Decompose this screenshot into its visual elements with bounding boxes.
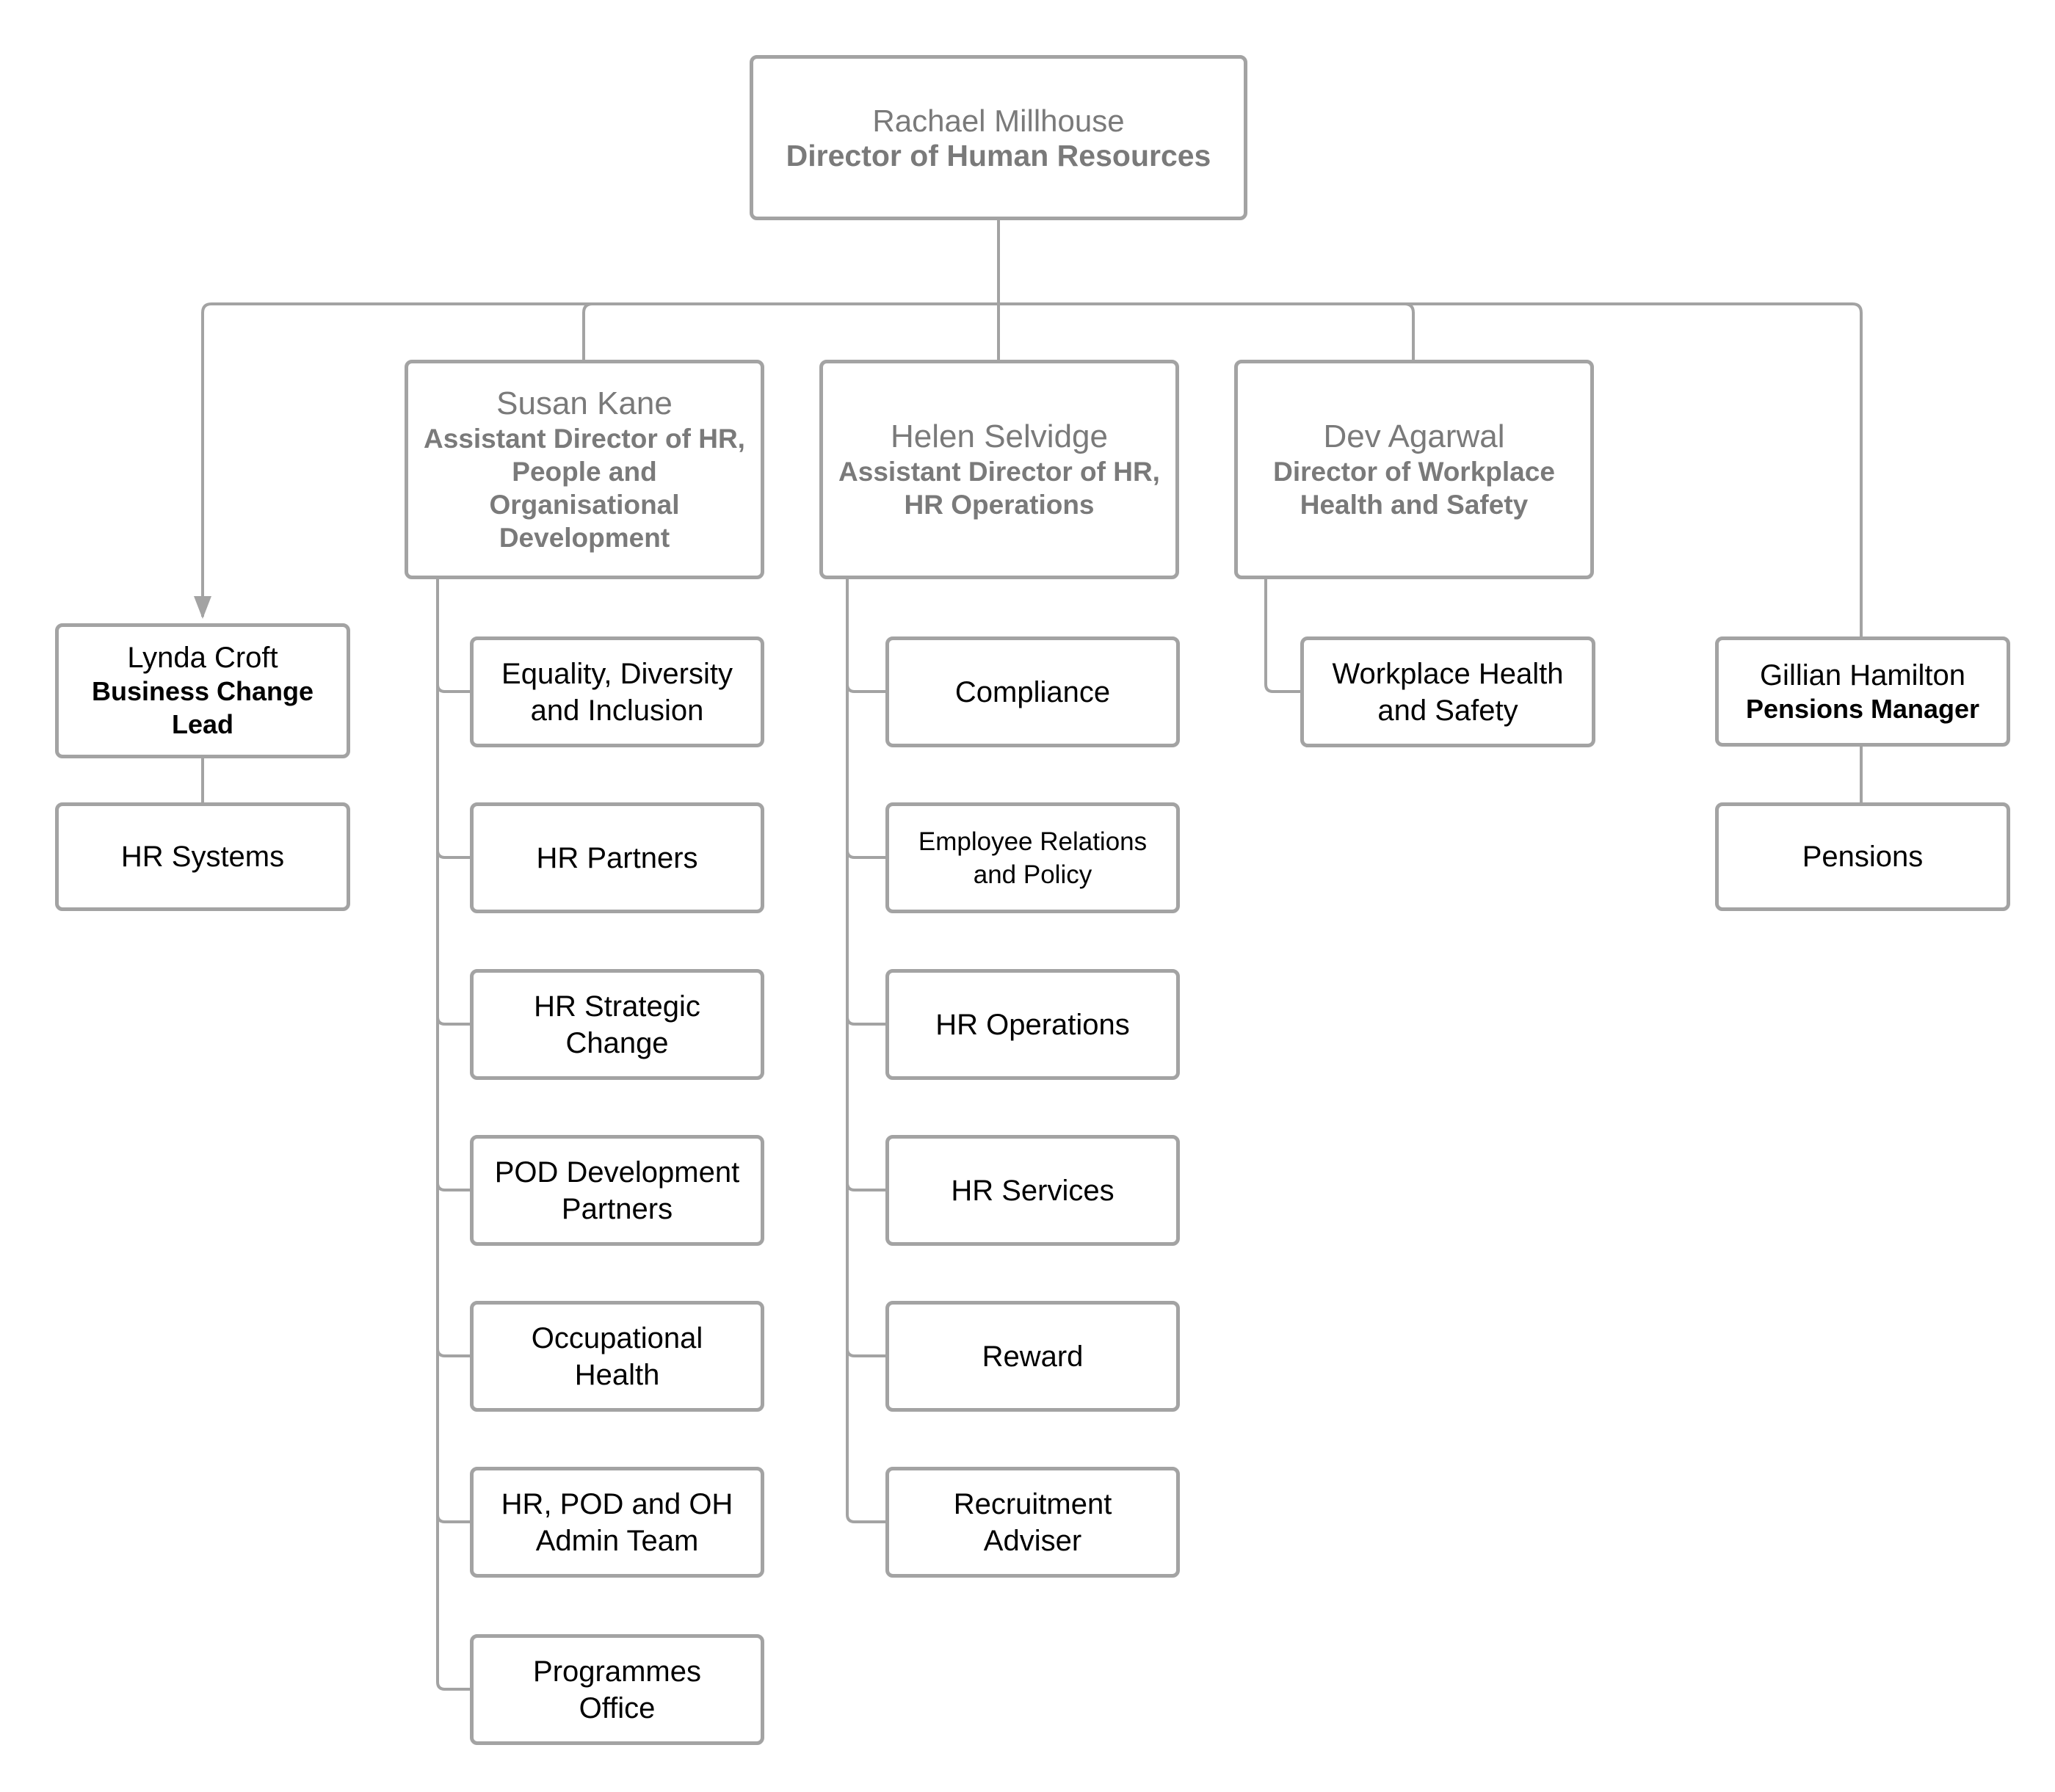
team-employee-relations[interactable]: Employee Relations and Policy bbox=[885, 802, 1180, 913]
team-label: Occupational Health bbox=[531, 1321, 703, 1391]
team-label: HR, POD and OH Admin Team bbox=[501, 1487, 733, 1557]
susan-branch bbox=[436, 1182, 470, 1191]
helen-branch bbox=[846, 1182, 885, 1191]
gillian-node[interactable]: Gillian Hamilton Pensions Manager bbox=[1715, 636, 2010, 747]
team-programmes-office[interactable]: Programmes Office bbox=[470, 1634, 764, 1745]
director-name: Rachael Millhouse bbox=[872, 104, 1125, 138]
team-label: Recruitment Adviser bbox=[953, 1487, 1112, 1557]
team-label: Programmes Office bbox=[533, 1655, 701, 1724]
team-hr-systems[interactable]: HR Systems bbox=[55, 802, 350, 911]
helen-branch bbox=[846, 1016, 885, 1026]
team-label: HR Services bbox=[951, 1174, 1115, 1207]
team-label: Reward bbox=[982, 1340, 1084, 1373]
connector-susan bbox=[582, 302, 593, 360]
lynda-node[interactable]: Lynda Croft Business Change Lead bbox=[55, 623, 350, 758]
susan-title: Assistant Director of HR, People and Org… bbox=[424, 423, 745, 553]
team-hr-operations[interactable]: HR Operations bbox=[885, 969, 1180, 1080]
helen-branch bbox=[846, 1348, 885, 1357]
team-label: Pensions bbox=[1802, 841, 1924, 873]
gillian-name: Gillian Hamilton bbox=[1759, 659, 1966, 692]
team-label: HR Strategic Change bbox=[534, 990, 700, 1059]
helen-branch bbox=[846, 683, 885, 693]
susan-node[interactable]: Susan Kane Assistant Director of HR, Peo… bbox=[405, 360, 764, 579]
team-label: HR Systems bbox=[120, 841, 285, 873]
dev-branch bbox=[1264, 683, 1300, 693]
lynda-title: Business Change Lead bbox=[91, 676, 314, 739]
team-workplace-health-safety[interactable]: Workplace Health and Safety bbox=[1300, 636, 1595, 747]
susan-branch bbox=[436, 1016, 470, 1026]
team-label: POD Development Partners bbox=[494, 1156, 740, 1225]
susan-branch bbox=[436, 849, 470, 859]
team-occupational-health[interactable]: Occupational Health bbox=[470, 1301, 764, 1412]
helen-name: Helen Selvidge bbox=[891, 418, 1108, 454]
helen-title: Assistant Director of HR, HR Operations bbox=[838, 456, 1160, 520]
team-edi[interactable]: Equality, Diversity and Inclusion bbox=[470, 636, 764, 747]
lynda-name: Lynda Croft bbox=[127, 642, 278, 674]
team-hr-services[interactable]: HR Services bbox=[885, 1135, 1180, 1246]
director-title: Director of Human Resources bbox=[786, 139, 1211, 173]
gillian-title: Pensions Manager bbox=[1745, 693, 1980, 724]
team-hr-partners[interactable]: HR Partners bbox=[470, 802, 764, 913]
susan-branch bbox=[436, 1348, 470, 1357]
susan-branch bbox=[436, 1681, 470, 1691]
susan-branch bbox=[436, 683, 470, 693]
team-pod-development-partners[interactable]: POD Development Partners bbox=[470, 1135, 764, 1246]
helen-node[interactable]: Helen Selvidge Assistant Director of HR,… bbox=[819, 360, 1179, 579]
director-node[interactable]: Rachael Millhouse Director of Human Reso… bbox=[750, 55, 1247, 220]
team-label: Workplace Health and Safety bbox=[1332, 657, 1564, 727]
dev-node[interactable]: Dev Agarwal Director of Workplace Health… bbox=[1234, 360, 1594, 579]
team-reward[interactable]: Reward bbox=[885, 1301, 1180, 1412]
team-label: Compliance bbox=[954, 675, 1111, 708]
susan-name: Susan Kane bbox=[496, 385, 673, 421]
arrowhead-icon bbox=[194, 596, 211, 619]
team-pensions[interactable]: Pensions bbox=[1715, 802, 2010, 911]
team-label: HR Partners bbox=[536, 841, 698, 874]
helen-branch bbox=[846, 849, 885, 859]
team-label: Employee Relations and Policy bbox=[918, 827, 1148, 889]
dev-name: Dev Agarwal bbox=[1323, 418, 1505, 454]
dev-title: Director of Workplace Health and Safety bbox=[1273, 456, 1555, 520]
susan-branch bbox=[436, 1514, 470, 1523]
team-compliance[interactable]: Compliance bbox=[885, 636, 1180, 747]
connector-dev bbox=[1404, 302, 1415, 360]
team-admin[interactable]: HR, POD and OH Admin Team bbox=[470, 1467, 764, 1578]
team-hr-strategic-change[interactable]: HR Strategic Change bbox=[470, 969, 764, 1080]
helen-branch bbox=[846, 1514, 885, 1523]
team-recruitment-adviser[interactable]: Recruitment Adviser bbox=[885, 1467, 1180, 1578]
team-label: HR Operations bbox=[935, 1008, 1130, 1041]
team-label: Equality, Diversity and Inclusion bbox=[501, 657, 733, 727]
